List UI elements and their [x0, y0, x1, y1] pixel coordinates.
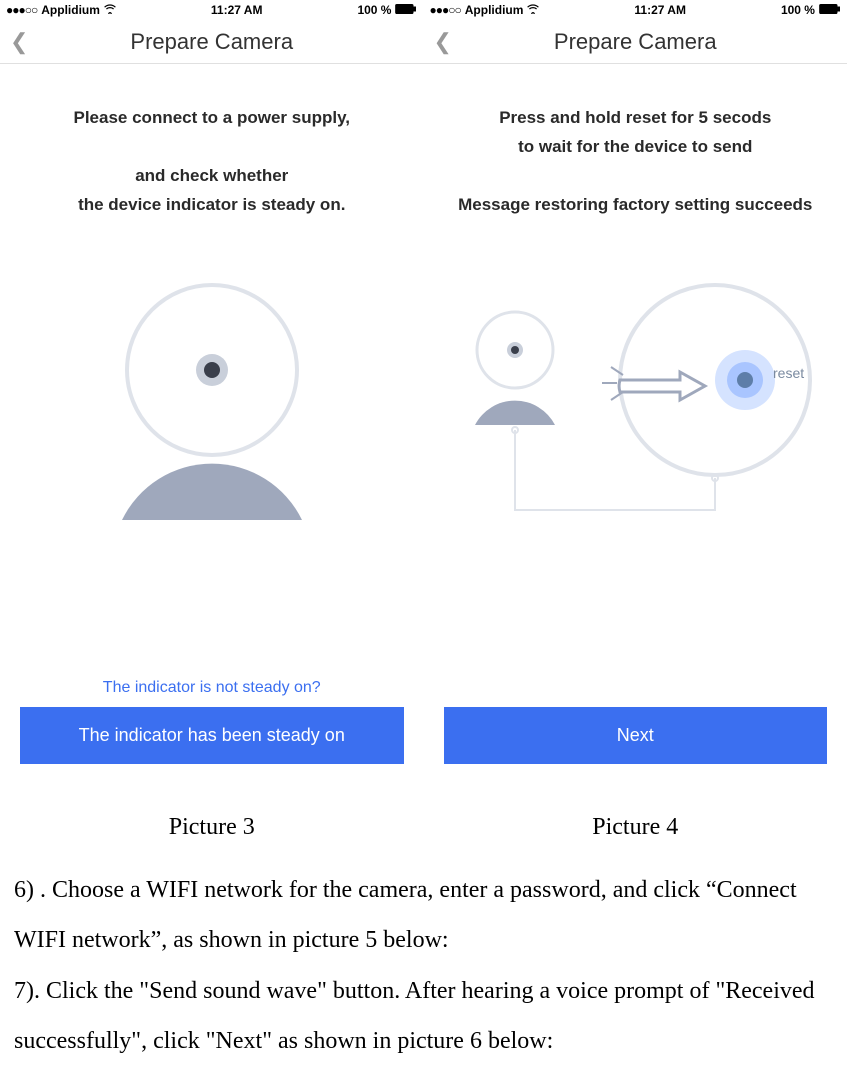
step-7-text: 7). Click the "Send sound wave" button. … [14, 966, 833, 1067]
screen2-content: Press and hold reset for 5 secods to wai… [424, 104, 847, 764]
steady-on-button[interactable]: The indicator has been steady on [20, 707, 404, 764]
status-bar: ●●●○○ Applidium 11:27 AM 100 % [0, 0, 424, 20]
battery-label: 100 % [357, 3, 391, 17]
wifi-icon [527, 3, 539, 17]
signal-dots-icon: ●●●○○ [430, 3, 461, 17]
help-link[interactable]: The indicator is not steady on? [20, 679, 404, 697]
instruction-line: Please connect to a power supply, [74, 108, 350, 127]
nav-title: Prepare Camera [424, 29, 847, 55]
back-chevron-icon[interactable]: ❮ [434, 31, 452, 53]
screenshots-row: ●●●○○ Applidium 11:27 AM 100 % ❮ Prepare… [0, 0, 847, 764]
camera-illustration [20, 240, 404, 560]
status-time: 11:27 AM [634, 3, 686, 17]
reset-label: reset [773, 365, 804, 381]
status-bar: ●●●○○ Applidium 11:27 AM 100 % [424, 0, 847, 20]
caption-picture-4: Picture 4 [424, 814, 847, 841]
battery-icon [395, 3, 417, 17]
carrier-label: Applidium [465, 3, 524, 17]
screen2-instruction: Press and hold reset for 5 secods to wai… [444, 104, 828, 220]
phone-screenshot-1: ●●●○○ Applidium 11:27 AM 100 % ❮ Prepare… [0, 0, 424, 764]
nav-bar: ❮ Prepare Camera [0, 20, 424, 64]
instruction-line: Press and hold reset for 5 secods [499, 108, 771, 127]
carrier-label: Applidium [41, 3, 100, 17]
step-6-text: 6) . Choose a WIFI network for the camer… [14, 865, 833, 966]
nav-title: Prepare Camera [0, 29, 424, 55]
back-chevron-icon[interactable]: ❮ [10, 31, 28, 53]
instruction-line: and check whether [135, 166, 288, 185]
instruction-line: the device indicator is steady on. [78, 195, 345, 214]
instruction-line: to wait for the device to send [518, 137, 752, 156]
status-time: 11:27 AM [211, 3, 263, 17]
instruction-line: Message restoring factory setting succee… [458, 195, 812, 214]
captions-row: Picture 3 Picture 4 [0, 814, 847, 841]
next-button[interactable]: Next [444, 707, 828, 764]
signal-dots-icon: ●●●○○ [6, 3, 37, 17]
phone-screenshot-2: ●●●○○ Applidium 11:27 AM 100 % ❮ Prepare… [424, 0, 847, 764]
body-text: 6) . Choose a WIFI network for the camer… [0, 865, 847, 1067]
screen1-content: Please connect to a power supply, and ch… [0, 104, 424, 764]
battery-icon [819, 3, 841, 17]
battery-label: 100 % [781, 3, 815, 17]
wifi-icon [104, 3, 116, 17]
screen1-instruction: Please connect to a power supply, and ch… [20, 104, 404, 220]
reset-illustration: reset [444, 240, 828, 560]
nav-bar: ❮ Prepare Camera [424, 20, 847, 64]
caption-picture-3: Picture 3 [0, 814, 424, 841]
